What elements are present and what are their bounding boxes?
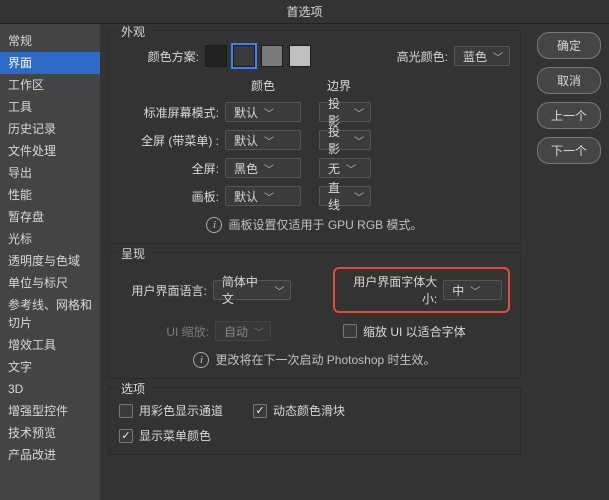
next-button[interactable]: 下一个	[537, 137, 601, 164]
highlight-color-label: 高光颜色:	[397, 48, 448, 65]
sidebar-item[interactable]: 产品改进	[0, 444, 100, 466]
info-icon: i	[193, 352, 209, 368]
chevron-down-icon: ﹀	[264, 189, 274, 204]
color-channels-checkbox[interactable]	[119, 404, 133, 418]
highlight-color-value: 蓝色	[463, 48, 487, 65]
mode-label: 全屏:	[119, 160, 219, 177]
ui-language-value: 简体中文	[222, 273, 268, 307]
mode-color-select[interactable]: 黑色﹀	[225, 158, 301, 178]
sidebar-item[interactable]: 暂存盘	[0, 206, 100, 228]
group-render-title: 呈现	[117, 245, 149, 262]
highlight-color-select[interactable]: 蓝色 ﹀	[454, 46, 510, 66]
scale-ui-checkbox[interactable]	[343, 324, 357, 338]
mode-label: 全屏 (带菜单) :	[119, 132, 219, 149]
ui-language-select[interactable]: 简体中文 ﹀	[213, 280, 291, 300]
mode-color-select[interactable]: 默认﹀	[225, 186, 301, 206]
mode-border-select[interactable]: 投影﹀	[319, 130, 371, 150]
chevron-down-icon: ﹀	[493, 49, 503, 64]
mode-label: 标准屏幕模式:	[119, 104, 219, 121]
show-menu-colors-label: 显示菜单颜色	[139, 427, 211, 444]
sidebar-item[interactable]: 增强型控件	[0, 400, 100, 422]
ui-font-size-select[interactable]: 中 ﹀	[443, 280, 502, 300]
color-swatch[interactable]	[261, 45, 283, 67]
mode-color-select[interactable]: 默认﹀	[225, 102, 301, 122]
ui-font-size-label: 用户界面字体大小:	[341, 273, 438, 307]
sidebar-item[interactable]: 性能	[0, 184, 100, 206]
sidebar-item[interactable]: 工具	[0, 96, 100, 118]
sidebar-item[interactable]: 透明度与色域	[0, 250, 100, 272]
dynamic-sliders-checkbox[interactable]: ✓	[253, 404, 267, 418]
group-appearance: 外观 颜色方案: 高光颜色: 蓝色 ﹀ 颜色 边界 标准屏幕模式:默认﹀投影﹀全…	[108, 30, 521, 244]
ui-scale-value: 自动	[224, 323, 248, 340]
ui-font-size-highlight: 用户界面字体大小: 中 ﹀	[333, 267, 510, 313]
sidebar-item[interactable]: 历史记录	[0, 118, 100, 140]
group-render: 呈现 用户界面语言: 简体中文 ﹀ 用户界面字体大小: 中 ﹀ UI 缩放:	[108, 252, 521, 379]
chevron-down-icon: ﹀	[470, 283, 480, 298]
color-channels-label: 用彩色显示通道	[139, 402, 223, 419]
sidebar-item[interactable]: 常规	[0, 30, 100, 52]
ui-language-label: 用户界面语言:	[119, 282, 207, 299]
group-appearance-title: 外观	[117, 24, 149, 40]
sidebar-item[interactable]: 参考线、网格和切片	[0, 294, 100, 334]
color-scheme-label: 颜色方案:	[119, 48, 199, 65]
group-options: 选项 用彩色显示通道 ✓ 动态颜色滑块 ✓ 显示菜单颜色	[108, 387, 521, 455]
content-area: 外观 颜色方案: 高光颜色: 蓝色 ﹀ 颜色 边界 标准屏幕模式: 默认﹀ 投影﹀ 全…	[100, 24, 529, 500]
window-title: 首选项	[286, 3, 322, 20]
dialog-buttons: 确定 取消 上一个 下一个	[529, 24, 609, 500]
color-swatch[interactable]	[233, 45, 255, 67]
color-swatch[interactable]	[289, 45, 311, 67]
appearance-note: 画板设置仅适用于 GPU RGB 模式。	[228, 216, 422, 233]
info-icon: i	[206, 217, 222, 233]
sidebar-item[interactable]: 光标	[0, 228, 100, 250]
prev-button[interactable]: 上一个	[537, 102, 601, 129]
cancel-button[interactable]: 取消	[537, 67, 601, 94]
column-head-color: 颜色	[219, 77, 307, 94]
sidebar-item[interactable]: 文字	[0, 356, 100, 378]
chevron-down-icon: ﹀	[354, 105, 364, 120]
dynamic-sliders-label: 动态颜色滑块	[273, 402, 345, 419]
color-scheme-swatches	[205, 45, 311, 67]
mode-label: 画板:	[119, 188, 219, 205]
sidebar-item[interactable]: 3D	[0, 378, 100, 400]
scale-ui-label: 缩放 UI 以适合字体	[363, 323, 466, 340]
ui-scale-select: 自动 ﹀	[215, 321, 271, 341]
chevron-down-icon: ﹀	[264, 161, 274, 176]
sidebar-item[interactable]: 界面	[0, 52, 100, 74]
sidebar-item[interactable]: 导出	[0, 162, 100, 184]
mode-border-select[interactable]: 投影﹀	[319, 102, 371, 122]
mode-border-select[interactable]: 直线﹀	[319, 186, 371, 206]
ui-font-size-value: 中	[452, 282, 464, 299]
chevron-down-icon: ﹀	[264, 105, 274, 120]
ui-scale-label: UI 缩放:	[119, 323, 209, 340]
ok-button[interactable]: 确定	[537, 32, 601, 59]
chevron-down-icon: ﹀	[264, 133, 274, 148]
chevron-down-icon: ﹀	[354, 189, 364, 204]
sidebar-item[interactable]: 工作区	[0, 74, 100, 96]
chevron-down-icon: ﹀	[274, 283, 284, 298]
column-head-border: 边界	[307, 77, 371, 94]
sidebar-item[interactable]: 增效工具	[0, 334, 100, 356]
sidebar-item[interactable]: 技术预览	[0, 422, 100, 444]
sidebar: 常规界面工作区工具历史记录文件处理导出性能暂存盘光标透明度与色域单位与标尺参考线…	[0, 24, 100, 500]
titlebar: 首选项	[0, 0, 609, 24]
show-menu-colors-checkbox[interactable]: ✓	[119, 429, 133, 443]
sidebar-item[interactable]: 单位与标尺	[0, 272, 100, 294]
chevron-down-icon: ﹀	[254, 324, 264, 339]
mode-border-select[interactable]: 无﹀	[319, 158, 371, 178]
color-swatch[interactable]	[205, 45, 227, 67]
group-options-title: 选项	[117, 380, 149, 397]
chevron-down-icon: ﹀	[346, 161, 356, 176]
render-note: 更改将在下一次启动 Photoshop 时生效。	[215, 351, 435, 368]
chevron-down-icon: ﹀	[354, 133, 364, 148]
sidebar-item[interactable]: 文件处理	[0, 140, 100, 162]
mode-color-select[interactable]: 默认﹀	[225, 130, 301, 150]
